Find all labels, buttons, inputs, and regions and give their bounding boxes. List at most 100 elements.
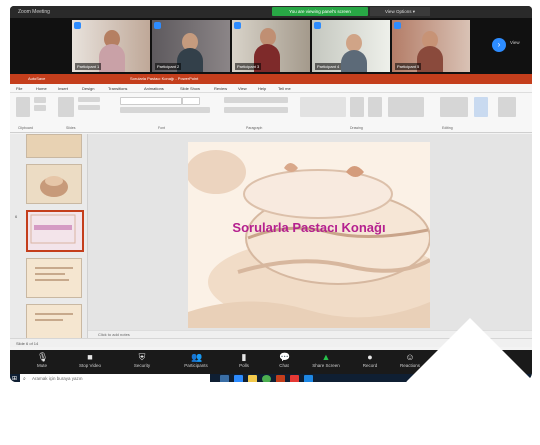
slide-preview-icon: [30, 214, 76, 244]
reset-button[interactable]: [78, 105, 100, 110]
microphone-icon: 🎙: [37, 352, 49, 362]
window-title: Zoom Meeting: [10, 6, 532, 18]
slide-number: 6: [15, 214, 18, 219]
font-name-box[interactable]: [120, 97, 182, 105]
participant-name: Participant 2: [155, 63, 182, 70]
participants-icon: 👥: [191, 352, 203, 362]
tab-review[interactable]: Review: [214, 84, 227, 93]
security-button[interactable]: ⛨ Security: [122, 350, 162, 374]
polls-icon: ▮: [241, 352, 247, 362]
ribbon: Clipboard Slides Font Paragraph Drawing …: [10, 93, 532, 133]
copy-button[interactable]: [34, 105, 46, 111]
slide-canvas: Sorularla Pastacı Konağı: [88, 134, 532, 338]
layout-button[interactable]: [78, 97, 100, 102]
participant-tile[interactable]: Participant 5: [392, 20, 470, 72]
autosave-label: AutoSave: [28, 76, 46, 81]
search-icon: ⌕: [23, 376, 26, 382]
mute-button[interactable]: 🎙 Mute: [22, 350, 62, 374]
record-icon: ●: [367, 352, 373, 362]
tab-animations[interactable]: Animations: [144, 84, 164, 93]
arrange-button[interactable]: [350, 97, 364, 117]
strip-view-label[interactable]: View: [510, 40, 520, 45]
participant-name: Participant 4: [315, 63, 342, 70]
tab-file[interactable]: File: [16, 84, 22, 93]
slide-thumbnail[interactable]: [26, 134, 82, 158]
participant-tile[interactable]: Participant 4: [312, 20, 390, 72]
new-slide-button[interactable]: [58, 97, 74, 117]
chrome-icon[interactable]: [262, 375, 271, 382]
shapes-gallery[interactable]: [300, 97, 346, 117]
stop-video-button[interactable]: ■ Stop Video: [70, 350, 110, 374]
file-explorer-icon[interactable]: [248, 375, 257, 382]
designer-button[interactable]: [498, 97, 516, 117]
participant-name: Participant 3: [235, 63, 262, 70]
chat-button[interactable]: 💬 Chat: [264, 350, 304, 374]
ribbon-tabs: File Home Insert Design Transitions Anim…: [10, 84, 532, 93]
tab-view[interactable]: View: [238, 84, 247, 93]
participant-tile[interactable]: Participant 2: [152, 20, 230, 72]
chevron-right-icon[interactable]: ›: [492, 38, 506, 52]
app-icon[interactable]: [290, 375, 299, 382]
group-paragraph: Paragraph: [246, 126, 263, 130]
participant-strip: Participant 1 Participant 2 Participant …: [10, 18, 532, 74]
document-title: Sorularla Pastacı Konağı - PowerPoint: [130, 76, 199, 81]
shape-format-buttons[interactable]: [388, 97, 424, 117]
tab-home[interactable]: Home: [36, 84, 47, 93]
tab-slide-show[interactable]: Slide Show: [180, 84, 200, 93]
slide-thumbnail-selected[interactable]: [26, 210, 84, 252]
shared-powerpoint-window: AutoSave Sorularla Pastacı Konağı - Powe…: [10, 74, 532, 350]
quick-styles-button[interactable]: [368, 97, 382, 117]
tab-design[interactable]: Design: [82, 84, 94, 93]
tab-insert[interactable]: Insert: [58, 84, 68, 93]
task-view-icon[interactable]: [220, 375, 229, 382]
alignment-buttons[interactable]: [224, 107, 288, 113]
muted-icon: [74, 22, 81, 29]
editing-buttons[interactable]: [440, 97, 468, 117]
tab-transitions[interactable]: Transitions: [108, 84, 127, 93]
slide-thumbnail-pane: 6: [10, 134, 88, 344]
participant-tile[interactable]: Participant 1: [72, 20, 150, 72]
share-screen-button[interactable]: ▲ Share Screen: [306, 350, 346, 374]
slide-thumbnail[interactable]: [26, 258, 82, 298]
search-placeholder: Aramak için buraya yazın: [32, 376, 83, 381]
powerpoint-titlebar: AutoSave Sorularla Pastacı Konağı - Powe…: [10, 74, 532, 84]
taskbar-search-input[interactable]: ⌕ Aramak için buraya yazın: [20, 374, 210, 382]
muted-icon: [154, 22, 161, 29]
app-icon[interactable]: [304, 375, 313, 382]
zoom-app-icon[interactable]: [234, 375, 243, 382]
muted-icon: [234, 22, 241, 29]
windows-start-icon[interactable]: ⊞: [12, 375, 20, 382]
slide-title[interactable]: Sorularla Pastacı Konağı: [188, 220, 430, 235]
group-drawing: Drawing: [350, 126, 363, 130]
paragraph-buttons[interactable]: [224, 97, 288, 103]
group-clipboard: Clipboard: [18, 126, 33, 130]
font-size-box[interactable]: [182, 97, 200, 105]
paste-button[interactable]: [16, 97, 30, 117]
group-editing: Editing: [442, 126, 453, 130]
muted-icon: [314, 22, 321, 29]
powerpoint-app-icon[interactable]: [276, 375, 285, 382]
zoom-window: Zoom Meeting You are viewing panel's scr…: [10, 6, 532, 382]
polls-button[interactable]: ▮ Polls: [224, 350, 264, 374]
view-options-button[interactable]: View Options ▾: [370, 7, 430, 16]
participants-button[interactable]: 👥 Participants: [176, 350, 216, 374]
participant-name: Participant 5: [395, 63, 422, 70]
group-slides: Slides: [66, 126, 76, 130]
reactions-icon: ☺: [405, 352, 415, 362]
cake-image-icon: [40, 176, 68, 197]
dictate-button[interactable]: [474, 97, 488, 117]
group-font: Font: [158, 126, 166, 130]
muted-icon: [394, 22, 401, 29]
chat-icon: 💬: [279, 352, 291, 362]
text-slide-icon: [35, 313, 73, 321]
record-button[interactable]: ● Record: [350, 350, 390, 374]
screen-share-banner: You are viewing panel's screen: [272, 7, 368, 16]
tell-me-search[interactable]: Tell me: [278, 84, 291, 93]
tab-help[interactable]: Help: [258, 84, 266, 93]
font-format-buttons[interactable]: [120, 107, 210, 113]
slide-thumbnail[interactable]: [26, 164, 82, 204]
current-slide[interactable]: Sorularla Pastacı Konağı: [188, 142, 430, 328]
cut-button[interactable]: [34, 97, 46, 103]
participant-tile[interactable]: Participant 3: [232, 20, 310, 72]
share-screen-icon: ▲: [321, 352, 331, 362]
